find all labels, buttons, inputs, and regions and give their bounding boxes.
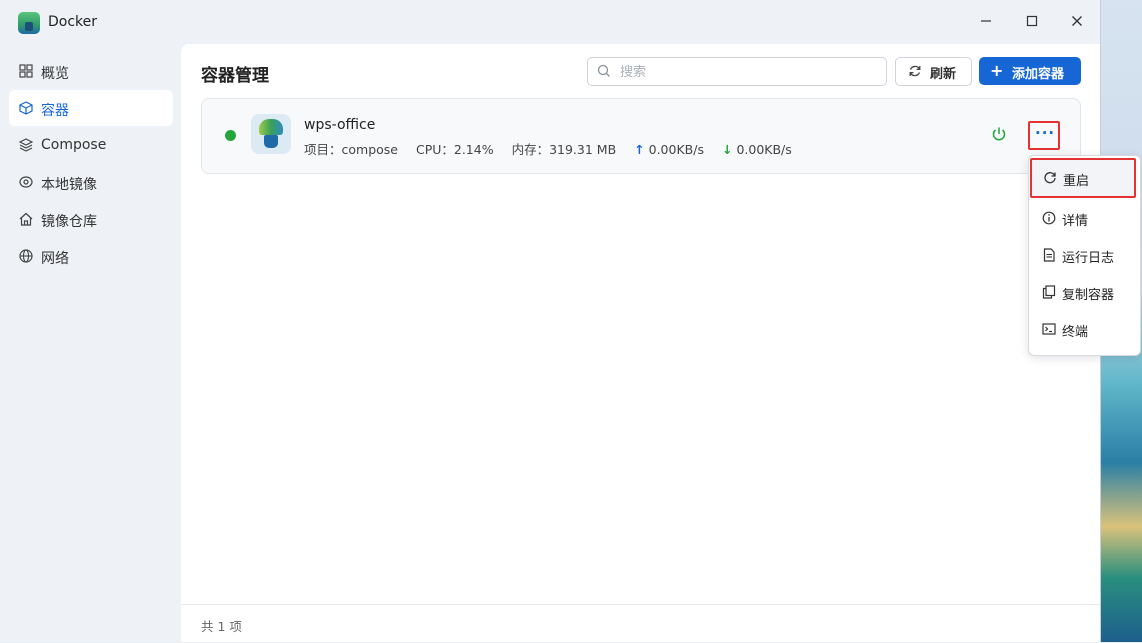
page-title: 容器管理 <box>201 66 269 86</box>
menu-item-label: 复制容器 <box>1062 288 1115 303</box>
info-icon <box>1042 211 1056 225</box>
footer: 共 1 项 <box>181 604 1100 643</box>
sidebar-item-label: Compose <box>41 137 107 153</box>
sidebar-item-network[interactable]: 网络 <box>9 238 173 274</box>
container-card[interactable]: wps-office 项目：compose CPU：2.14% 内存：319.3… <box>201 98 1081 174</box>
minimize-icon <box>981 20 991 22</box>
search-input[interactable] <box>618 61 872 83</box>
menu-item-label: 运行日志 <box>1062 251 1115 266</box>
sidebar-item-label: 网络 <box>41 251 69 267</box>
upload-rate: ↑ 0.00KB/s <box>634 142 704 157</box>
add-container-button[interactable]: + 添加容器 <box>979 57 1081 85</box>
cube-icon <box>19 101 33 115</box>
docker-logo-icon <box>18 12 40 34</box>
container-stats: 项目：compose CPU：2.14% 内存：319.31 MB ↑ 0.00K… <box>304 139 806 158</box>
wps-office-app-icon <box>251 114 291 154</box>
plus-icon: + <box>990 61 1004 80</box>
app-title: Docker <box>48 14 98 30</box>
ellipsis-icon: ··· <box>1035 124 1056 142</box>
maximize-icon <box>1026 15 1038 27</box>
close-icon <box>1072 16 1082 26</box>
menu-item-logs[interactable]: 运行日志 <box>1031 237 1135 272</box>
minimize-button[interactable] <box>968 8 1004 36</box>
terminal-icon <box>1042 323 1056 335</box>
menu-item-restart[interactable]: 重启 <box>1030 158 1136 198</box>
log-icon <box>1043 248 1055 262</box>
container-cpu: CPU：2.14% <box>415 142 494 157</box>
menu-item-label: 终端 <box>1062 325 1089 340</box>
menu-item-label: 详情 <box>1062 214 1089 229</box>
menu-item-label: 重启 <box>1063 174 1090 189</box>
sidebar: 概览 容器 Compose 本地镜像 镜像仓库 网络 <box>0 44 181 642</box>
arrow-up-icon: ↑ <box>634 142 645 157</box>
refresh-icon <box>909 65 921 77</box>
maximize-button[interactable] <box>1014 8 1050 36</box>
item-count: 共 1 项 <box>201 619 242 634</box>
context-menu: 重启 详情 运行日志 复制容器 终端 <box>1028 155 1141 356</box>
sidebar-item-label: 镜像仓库 <box>41 214 97 230</box>
house-icon <box>19 212 33 226</box>
search-box[interactable] <box>587 57 887 86</box>
sidebar-item-compose[interactable]: Compose <box>9 127 173 163</box>
container-memory: 内存：319.31 MB <box>511 142 617 157</box>
more-options-button[interactable]: ··· <box>1028 121 1060 150</box>
restart-icon <box>1044 172 1056 184</box>
title-bar: Docker <box>0 0 1100 44</box>
globe-icon <box>19 249 33 263</box>
docker-window: Docker 概览 容器 Compose 本地镜像 镜像仓库 网络 容器管理 搜… <box>0 0 1101 642</box>
power-icon[interactable] <box>991 126 1007 142</box>
running-status-dot <box>225 130 236 141</box>
sidebar-item-registry[interactable]: 镜像仓库 <box>9 201 173 237</box>
disc-icon <box>19 176 33 188</box>
menu-item-details[interactable]: 详情 <box>1031 200 1135 235</box>
grid-icon <box>19 64 33 78</box>
sidebar-item-containers[interactable]: 容器 <box>9 90 173 126</box>
refresh-label: 刷新 <box>930 67 957 82</box>
main-panel: 容器管理 刷新 + 添加容器 wps-office 项目：compose CPU… <box>181 44 1100 642</box>
search-icon <box>597 64 610 77</box>
container-name: wps-office <box>304 117 376 133</box>
sidebar-item-label: 概览 <box>41 66 69 82</box>
sidebar-item-label: 本地镜像 <box>41 177 97 193</box>
arrow-down-icon: ↓ <box>721 142 733 157</box>
sidebar-item-local-images[interactable]: 本地镜像 <box>9 164 173 200</box>
download-rate: ↓ 0.00KB/s <box>721 142 792 157</box>
refresh-button[interactable]: 刷新 <box>895 57 972 86</box>
add-container-label: 添加容器 <box>1012 67 1065 82</box>
copy-icon <box>1042 285 1056 299</box>
sidebar-item-label: 容器 <box>41 103 69 119</box>
layers-icon <box>19 138 33 152</box>
sidebar-item-overview[interactable]: 概览 <box>9 53 173 89</box>
container-project: 项目：compose <box>304 142 398 157</box>
close-button[interactable] <box>1059 8 1095 36</box>
menu-item-copy-container[interactable]: 复制容器 <box>1031 274 1135 309</box>
menu-item-terminal[interactable]: 终端 <box>1031 311 1135 346</box>
